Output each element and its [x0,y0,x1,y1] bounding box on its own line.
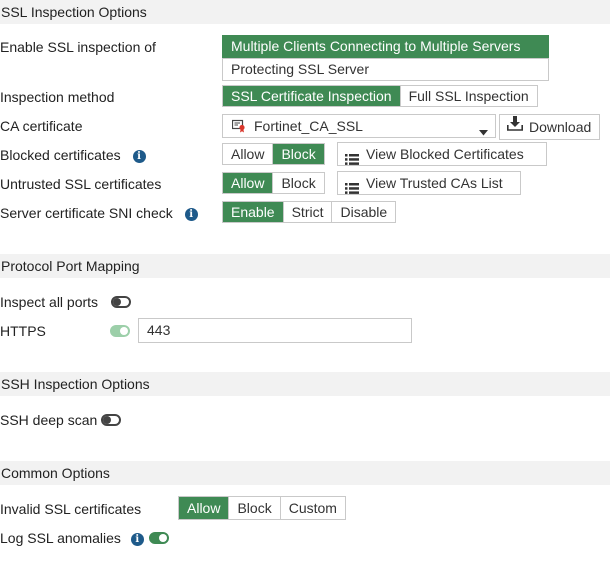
info-icon[interactable]: i [132,149,146,163]
section-title: SSL Inspection Options [1,4,147,20]
download-label: Download [529,119,592,135]
option-enable[interactable]: Enable [223,202,284,222]
view-trusted-cas-button[interactable]: View Trusted CAs List [337,171,521,195]
sni-check-label: Server certificate SNI check i [0,203,198,223]
ca-certificate-select[interactable]: Fortinet_CA_SSL [222,114,496,138]
option-custom[interactable]: Custom [281,497,345,519]
section-header-common: Common Options [0,461,610,485]
inspection-method-toggle: SSL Certificate Inspection Full SSL Insp… [222,85,538,107]
option-block[interactable]: Block [273,144,324,164]
ca-certificate-value: Fortinet_CA_SSL [254,118,363,134]
section-header-ssl: SSL Inspection Options [0,0,610,24]
log-ssl-anomalies-label: Log SSL anomalies i [0,528,144,548]
blocked-certificates-label: Blocked certificates i [0,145,146,165]
option-disable[interactable]: Disable [332,202,395,222]
option-full-ssl-inspection[interactable]: Full SSL Inspection [401,86,537,106]
sni-check-toggle: Enable Strict Disable [222,201,397,223]
invalid-ssl-toggle: Allow Block Custom [178,496,346,520]
option-block[interactable]: Block [229,497,281,519]
invalid-ssl-label: Invalid SSL certificates [0,501,142,517]
view-trusted-label: View Trusted CAs List [366,175,503,191]
https-toggle[interactable] [110,325,130,337]
option-strict[interactable]: Strict [284,202,333,222]
option-protecting-server[interactable]: Protecting SSL Server [222,58,549,81]
option-block[interactable]: Block [273,173,323,193]
option-allow[interactable]: Allow [223,144,274,164]
option-multiple-clients[interactable]: Multiple Clients Connecting to Multiple … [222,35,549,58]
https-port-input[interactable]: 443 [138,318,412,343]
inspect-all-ports-toggle[interactable] [111,296,131,308]
section-title: SSH Inspection Options [1,376,150,392]
option-allow[interactable]: Allow [223,173,274,193]
list-icon [345,149,359,165]
untrusted-ssl-label: Untrusted SSL certificates [0,176,162,192]
blocked-certificates-text: Blocked certificates [0,147,121,163]
inspect-all-ports-label: Inspect all ports [0,294,99,310]
untrusted-ssl-toggle: Allow Block [222,172,325,194]
option-ssl-cert-inspection[interactable]: SSL Certificate Inspection [223,86,401,106]
download-button[interactable]: Download [499,114,600,140]
info-icon[interactable]: i [130,532,144,546]
ssh-deep-scan-toggle[interactable] [101,414,121,426]
https-label: HTTPS [0,323,46,339]
ssh-deep-scan-label: SSH deep scan [0,412,98,428]
inspection-method-label: Inspection method [0,89,115,105]
section-title: Common Options [1,465,110,481]
section-header-port-mapping: Protocol Port Mapping [0,254,610,278]
option-allow[interactable]: Allow [179,497,230,519]
download-icon [507,114,523,138]
ca-certificate-label: CA certificate [0,118,83,134]
list-icon [345,178,359,194]
view-blocked-certificates-button[interactable]: View Blocked Certificates [337,142,547,166]
sni-check-text: Server certificate SNI check [0,205,173,221]
section-title: Protocol Port Mapping [1,258,140,274]
blocked-certificates-toggle: Allow Block [222,143,325,165]
info-icon[interactable]: i [184,207,198,221]
log-ssl-anomalies-text: Log SSL anomalies [0,530,121,546]
section-header-ssh: SSH Inspection Options [0,372,610,396]
certificate-icon [231,119,246,136]
view-blocked-label: View Blocked Certificates [366,146,524,162]
enable-ssl-label: Enable SSL inspection of [0,39,156,55]
caret-down-icon [479,123,488,139]
log-ssl-anomalies-toggle[interactable] [149,532,169,544]
